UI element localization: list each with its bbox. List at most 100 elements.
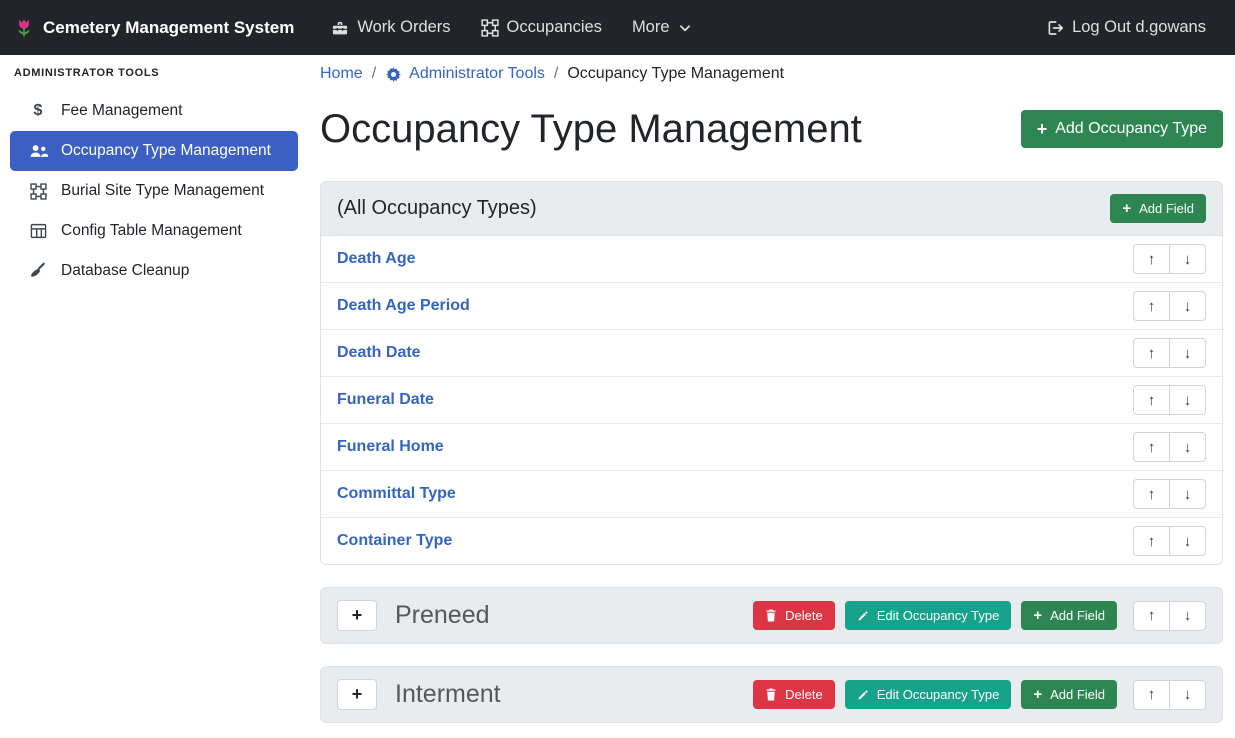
reorder-buttons: ↑ ↓ xyxy=(1133,526,1206,556)
move-up-button[interactable]: ↑ xyxy=(1133,338,1170,368)
delete-label: Delete xyxy=(785,608,823,623)
breadcrumb-home[interactable]: Home xyxy=(320,65,363,83)
plus-icon: + xyxy=(352,684,363,705)
move-up-button[interactable]: ↑ xyxy=(1133,526,1170,556)
field-row: Death Age Period ↑ ↓ xyxy=(321,283,1222,330)
field-link[interactable]: Death Age xyxy=(337,250,416,268)
reorder-buttons: ↑ ↓ xyxy=(1133,385,1206,415)
move-up-button[interactable]: ↑ xyxy=(1133,680,1170,710)
move-down-button[interactable]: ↓ xyxy=(1169,601,1206,631)
reorder-buttons: ↑ ↓ xyxy=(1133,338,1206,368)
field-link[interactable]: Death Date xyxy=(337,344,421,362)
expand-button[interactable]: + xyxy=(337,679,377,710)
plus-icon: + xyxy=(352,605,363,626)
add-field-button[interactable]: + Add Field xyxy=(1021,601,1117,630)
arrow-up-icon: ↑ xyxy=(1148,439,1156,456)
type-card-title: Interment xyxy=(395,680,501,709)
field-link[interactable]: Funeral Home xyxy=(337,438,444,456)
sidebar-item-fee-management[interactable]: $ Fee Management xyxy=(10,91,298,131)
arrow-down-icon: ↓ xyxy=(1184,686,1192,703)
arrow-down-icon: ↓ xyxy=(1184,439,1192,456)
sidebar-item-label: Burial Site Type Management xyxy=(61,182,264,200)
field-link[interactable]: Committal Type xyxy=(337,485,456,503)
gear-icon xyxy=(385,66,402,83)
delete-button[interactable]: Delete xyxy=(753,601,835,630)
logout-label: Log Out d.gowans xyxy=(1072,18,1206,37)
move-up-button[interactable]: ↑ xyxy=(1133,244,1170,274)
nav-more[interactable]: More xyxy=(617,0,707,55)
arrow-up-icon: ↑ xyxy=(1148,607,1156,624)
nav-work-orders-label: Work Orders xyxy=(357,18,450,37)
vector-square-icon xyxy=(28,183,48,200)
add-occupancy-type-button[interactable]: + Add Occupancy Type xyxy=(1021,110,1223,148)
edit-occupancy-type-button[interactable]: Edit Occupancy Type xyxy=(845,601,1012,630)
move-down-button[interactable]: ↓ xyxy=(1169,526,1206,556)
expand-button[interactable]: + xyxy=(337,600,377,631)
users-icon xyxy=(28,143,48,159)
title-row: Occupancy Type Management + Add Occupanc… xyxy=(320,103,1223,155)
field-row: Death Age ↑ ↓ xyxy=(321,236,1222,283)
nav-occupancies[interactable]: Occupancies xyxy=(466,0,617,55)
type-card-actions: Delete Edit Occupancy Type + Add Field xyxy=(753,601,1206,631)
field-link[interactable]: Funeral Date xyxy=(337,391,434,409)
sidebar: Administrator Tools $ Fee Management Occ… xyxy=(0,55,308,738)
logout-icon xyxy=(1046,19,1064,37)
move-up-button[interactable]: ↑ xyxy=(1133,601,1170,631)
breadcrumb-separator: / xyxy=(554,65,558,83)
arrow-down-icon: ↓ xyxy=(1184,486,1192,503)
move-up-button[interactable]: ↑ xyxy=(1133,385,1170,415)
move-up-button[interactable]: ↑ xyxy=(1133,291,1170,321)
move-down-button[interactable]: ↓ xyxy=(1169,244,1206,274)
field-row: Death Date ↑ ↓ xyxy=(321,330,1222,377)
logout-link[interactable]: Log Out d.gowans xyxy=(1031,0,1221,55)
move-down-button[interactable]: ↓ xyxy=(1169,338,1206,368)
add-field-label: Add Field xyxy=(1050,687,1105,702)
move-down-button[interactable]: ↓ xyxy=(1169,479,1206,509)
move-up-button[interactable]: ↑ xyxy=(1133,432,1170,462)
tulip-icon xyxy=(14,17,34,39)
table-icon xyxy=(28,223,48,239)
arrow-up-icon: ↑ xyxy=(1148,686,1156,703)
type-card-preneed: + Preneed Delete xyxy=(320,587,1223,644)
chevron-down-icon xyxy=(678,21,692,35)
app-brand[interactable]: Cemetery Management System xyxy=(14,17,294,39)
plus-icon: + xyxy=(1037,120,1048,138)
add-occupancy-type-label: Add Occupancy Type xyxy=(1055,120,1207,138)
arrow-down-icon: ↓ xyxy=(1184,533,1192,550)
plus-icon: + xyxy=(1122,201,1131,216)
sidebar-item-label: Database Cleanup xyxy=(61,262,189,280)
sidebar-item-burial-site-type-management[interactable]: Burial Site Type Management xyxy=(10,171,298,211)
breadcrumb-current: Occupancy Type Management xyxy=(567,65,784,83)
add-field-button[interactable]: + Add Field xyxy=(1021,680,1117,709)
edit-occupancy-type-label: Edit Occupancy Type xyxy=(877,687,1000,702)
type-card-actions: Delete Edit Occupancy Type + Add Field xyxy=(753,680,1206,710)
reorder-buttons: ↑ ↓ xyxy=(1133,680,1206,710)
sidebar-item-config-table-management[interactable]: Config Table Management xyxy=(10,211,298,251)
move-down-button[interactable]: ↓ xyxy=(1169,680,1206,710)
edit-occupancy-type-button[interactable]: Edit Occupancy Type xyxy=(845,680,1012,709)
move-down-button[interactable]: ↓ xyxy=(1169,291,1206,321)
field-link[interactable]: Death Age Period xyxy=(337,297,470,315)
delete-button[interactable]: Delete xyxy=(753,680,835,709)
field-row: Container Type ↑ ↓ xyxy=(321,518,1222,564)
reorder-buttons: ↑ ↓ xyxy=(1133,291,1206,321)
field-link[interactable]: Container Type xyxy=(337,532,452,550)
arrow-down-icon: ↓ xyxy=(1184,298,1192,315)
move-down-button[interactable]: ↓ xyxy=(1169,385,1206,415)
nav-work-orders[interactable]: Work Orders xyxy=(316,0,465,55)
move-up-button[interactable]: ↑ xyxy=(1133,479,1170,509)
move-down-button[interactable]: ↓ xyxy=(1169,432,1206,462)
arrow-down-icon: ↓ xyxy=(1184,392,1192,409)
sidebar-item-occupancy-type-management[interactable]: Occupancy Type Management xyxy=(10,131,298,171)
field-row: Funeral Home ↑ ↓ xyxy=(321,424,1222,471)
sidebar-item-database-cleanup[interactable]: Database Cleanup xyxy=(10,251,298,291)
arrow-up-icon: ↑ xyxy=(1148,533,1156,550)
breadcrumb-admin-tools[interactable]: Administrator Tools xyxy=(385,65,545,83)
add-field-button[interactable]: + Add Field xyxy=(1110,194,1206,223)
add-field-label: Add Field xyxy=(1050,608,1105,623)
reorder-buttons: ↑ ↓ xyxy=(1133,479,1206,509)
trash-icon xyxy=(765,688,777,701)
sidebar-item-label: Config Table Management xyxy=(61,222,242,240)
arrow-down-icon: ↓ xyxy=(1184,251,1192,268)
sidebar-item-label: Occupancy Type Management xyxy=(61,142,271,160)
